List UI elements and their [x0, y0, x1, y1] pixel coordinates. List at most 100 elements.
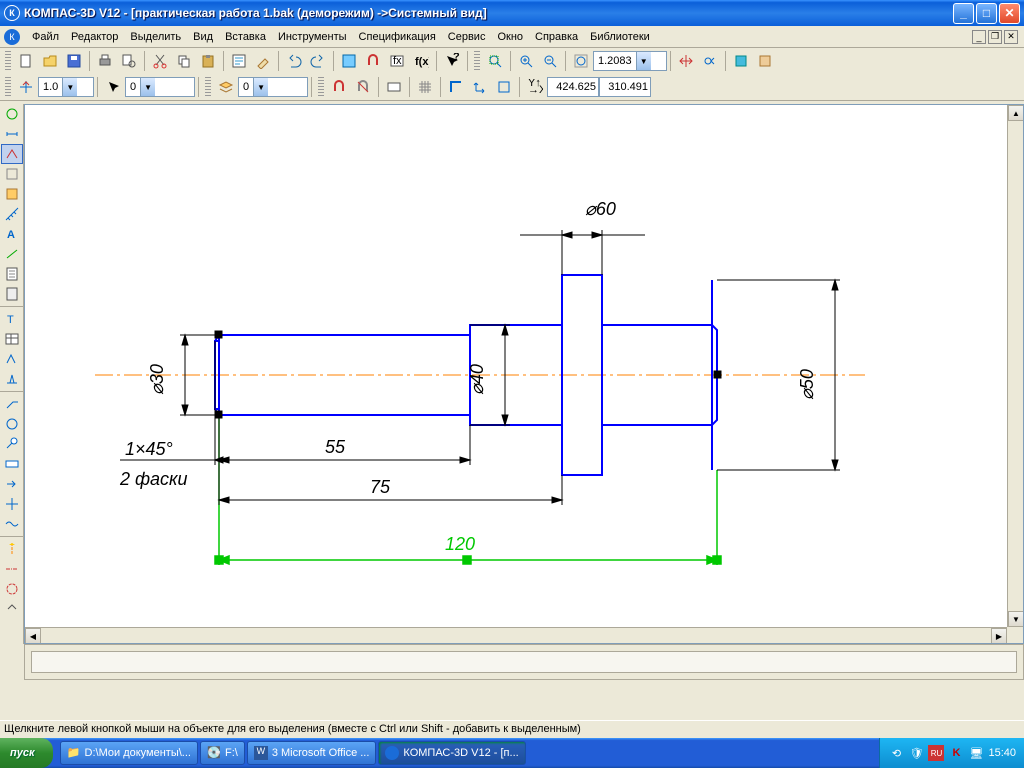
expand-icon[interactable] — [1, 599, 23, 619]
coord-y-input[interactable] — [599, 77, 651, 97]
leader-tool[interactable] — [1, 394, 23, 414]
command-input[interactable] — [31, 651, 1017, 673]
system-tray[interactable]: ⟲ 🛡 RU K 🖥 15:40 — [879, 738, 1024, 768]
menu-insert[interactable]: Вставка — [219, 29, 272, 45]
menu-tools[interactable]: Инструменты — [272, 29, 353, 45]
grid-button[interactable] — [414, 76, 436, 98]
copy-button[interactable] — [173, 50, 195, 72]
snap-global-button[interactable] — [328, 76, 350, 98]
scroll-left-icon[interactable]: ◀ — [25, 628, 41, 644]
undo-button[interactable] — [283, 50, 305, 72]
text-insert-tool[interactable]: T — [1, 309, 23, 329]
base-tool[interactable] — [1, 369, 23, 389]
snap-button[interactable] — [362, 50, 384, 72]
auto-axis-tool[interactable] — [1, 539, 23, 559]
ucs-button[interactable] — [469, 76, 491, 98]
axis-circle-tool[interactable] — [1, 579, 23, 599]
pos-tool[interactable] — [1, 434, 23, 454]
table-tool[interactable] — [1, 329, 23, 349]
geom-tool[interactable] — [1, 104, 23, 124]
menu-edit[interactable]: Редактор — [65, 29, 124, 45]
line-tool[interactable] — [1, 244, 23, 264]
layer-combo[interactable]: 0▼ — [125, 77, 195, 97]
copy-props-button[interactable] — [252, 50, 274, 72]
grip-icon[interactable] — [318, 77, 324, 97]
properties-button[interactable] — [228, 50, 250, 72]
zoom-in-button[interactable] — [515, 50, 537, 72]
menu-file[interactable]: Файл — [26, 29, 65, 45]
spec-tool[interactable] — [1, 264, 23, 284]
grid-step-button[interactable] — [15, 76, 37, 98]
arrow-tool[interactable] — [1, 474, 23, 494]
dim-tool[interactable] — [1, 124, 23, 144]
menu-service[interactable]: Сервис — [442, 29, 492, 45]
fx-button[interactable]: f(x) — [410, 50, 432, 72]
center-tool[interactable] — [1, 494, 23, 514]
linewidth-combo[interactable]: 1.0▼ — [38, 77, 94, 97]
zoom-frame-button[interactable] — [484, 50, 506, 72]
brand-tool[interactable] — [1, 414, 23, 434]
variables-button[interactable]: fx — [386, 50, 408, 72]
tray-icon[interactable]: 🖥 — [968, 745, 984, 761]
start-button[interactable]: пуск — [0, 738, 53, 768]
param-button[interactable] — [383, 76, 405, 98]
task-button[interactable]: 💽F:\ — [200, 741, 245, 765]
scrollbar-vertical[interactable]: ▲ ▼ — [1007, 105, 1023, 627]
round-button[interactable] — [493, 76, 515, 98]
tray-icon[interactable]: 🛡 — [908, 745, 924, 761]
menu-libs[interactable]: Библиотеки — [584, 29, 656, 45]
redo-button[interactable] — [307, 50, 329, 72]
text-tool[interactable]: A — [1, 224, 23, 244]
open-button[interactable] — [39, 50, 61, 72]
edit-tool[interactable] — [1, 164, 23, 184]
axis-tool[interactable] — [1, 559, 23, 579]
mdi-close[interactable]: ✕ — [1004, 30, 1018, 44]
save-button[interactable] — [63, 50, 85, 72]
zoom-combo[interactable]: 1.2083▼ — [593, 51, 667, 71]
close-button[interactable]: ✕ — [999, 3, 1020, 24]
menu-view[interactable]: Вид — [187, 29, 219, 45]
lang-icon[interactable]: RU — [928, 745, 944, 761]
style-combo[interactable]: 0▼ — [238, 77, 308, 97]
preview-button[interactable] — [118, 50, 140, 72]
manager-button[interactable] — [338, 50, 360, 72]
mdi-min[interactable]: _ — [972, 30, 986, 44]
zoom-prev-button[interactable] — [699, 50, 721, 72]
refresh-button[interactable] — [730, 50, 752, 72]
layers-button[interactable] — [215, 76, 237, 98]
measure-tool[interactable] — [1, 204, 23, 224]
grip-icon[interactable] — [5, 51, 11, 71]
clock[interactable]: 15:40 — [988, 747, 1016, 759]
task-button[interactable]: 📁D:\Мои документы\... — [60, 741, 198, 765]
task-button[interactable]: W3 Microsoft Office ... — [247, 741, 377, 765]
scroll-down-icon[interactable]: ▼ — [1008, 611, 1024, 627]
ortho-button[interactable] — [445, 76, 467, 98]
grip-icon[interactable] — [474, 51, 480, 71]
grip-icon[interactable] — [205, 77, 211, 97]
menu-spec[interactable]: Спецификация — [353, 29, 442, 45]
maximize-button[interactable]: □ — [976, 3, 997, 24]
menu-help[interactable]: Справка — [529, 29, 584, 45]
menu-select[interactable]: Выделить — [124, 29, 187, 45]
kaspersky-icon[interactable]: K — [948, 745, 964, 761]
mdi-restore[interactable]: ❐ — [988, 30, 1002, 44]
scroll-right-icon[interactable]: ▶ — [991, 628, 1007, 644]
zoom-out-button[interactable] — [539, 50, 561, 72]
grip-icon[interactable] — [5, 77, 11, 97]
print-button[interactable] — [94, 50, 116, 72]
param-tool[interactable] — [1, 184, 23, 204]
paste-button[interactable] — [197, 50, 219, 72]
pan-button[interactable] — [675, 50, 697, 72]
menu-window[interactable]: Окно — [491, 29, 529, 45]
notation-tool[interactable] — [1, 144, 23, 164]
tolerance-tool[interactable] — [1, 454, 23, 474]
toolbar-btn[interactable] — [754, 50, 776, 72]
wave-tool[interactable] — [1, 514, 23, 534]
drawing-canvas[interactable]: 120 55 75 1×45° 2 фаски — [24, 104, 1024, 644]
help-button[interactable]: ? — [441, 50, 463, 72]
snap-off-button[interactable] — [352, 76, 374, 98]
cut-button[interactable] — [149, 50, 171, 72]
new-button[interactable] — [15, 50, 37, 72]
minimize-button[interactable]: _ — [953, 3, 974, 24]
scroll-up-icon[interactable]: ▲ — [1008, 105, 1024, 121]
